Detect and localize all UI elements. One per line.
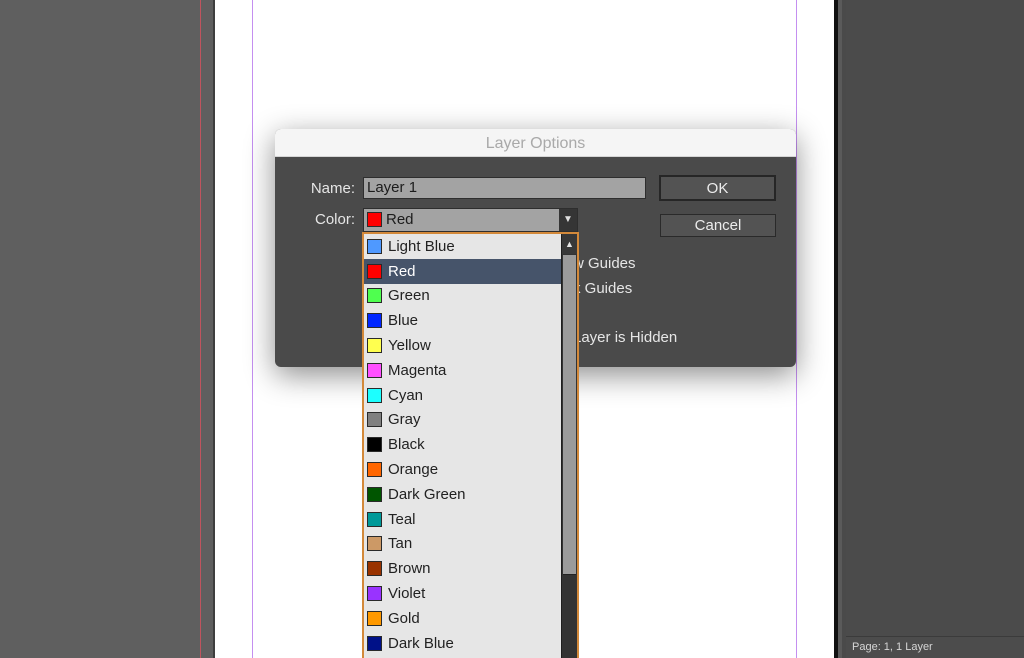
color-swatch [367, 338, 382, 354]
color-option-magenta[interactable]: Magenta [364, 358, 561, 383]
color-options: Light Blue Red Green Blue Yellow Magenta Cyan G… [364, 234, 561, 656]
color-option-brown[interactable]: Brown [364, 556, 561, 581]
margin-guide-right [796, 0, 797, 658]
scroll-up-arrow-icon[interactable]: ▲ [562, 234, 577, 254]
dialog-title: Layer Options [275, 129, 796, 157]
color-option-label: Red [388, 262, 416, 280]
color-option-label: Black [388, 436, 425, 454]
color-option-dark-blue[interactable]: Dark Blue [364, 631, 561, 656]
color-swatch [367, 362, 382, 378]
color-swatch [367, 412, 382, 428]
scrollbar[interactable]: ▲ [561, 234, 577, 658]
bleed-guide [200, 0, 201, 658]
color-option-red[interactable]: Red [364, 258, 561, 284]
color-dropdown-list[interactable]: Light Blue Red Green Blue Yellow Magenta Cyan G… [362, 232, 579, 658]
color-option-black[interactable]: Black [364, 432, 561, 457]
color-option-label: Green [388, 287, 430, 305]
color-option-violet[interactable]: Violet [364, 581, 561, 606]
cancel-button[interactable]: Cancel [660, 214, 776, 237]
color-option-label: Yellow [388, 337, 431, 355]
layers-list [846, 0, 1024, 636]
scroll-thumb[interactable] [563, 255, 576, 575]
name-input[interactable] [363, 177, 646, 199]
color-option-green[interactable]: Green [364, 284, 561, 309]
color-swatch [367, 238, 382, 254]
color-option-label: Gray [388, 411, 421, 429]
color-option-label: Gold [388, 609, 420, 627]
color-swatch [367, 511, 382, 527]
name-label: Name: [310, 180, 355, 197]
color-option-tan[interactable]: Tan [364, 532, 561, 557]
color-option-label: Violet [388, 585, 426, 603]
color-swatch [367, 462, 382, 478]
lock-guides-option[interactable]: k Guides [573, 280, 632, 297]
color-option-label: Teal [388, 510, 416, 528]
color-option-label: Tan [388, 535, 413, 553]
color-option-blue[interactable]: Blue [364, 308, 561, 333]
chevron-down-icon[interactable]: ▼ [559, 209, 577, 231]
color-option-label: Orange [388, 461, 439, 479]
color-option-orange[interactable]: Orange [364, 457, 561, 482]
color-swatch [367, 586, 382, 602]
color-option-cyan[interactable]: Cyan [364, 383, 561, 408]
color-option-label: Cyan [388, 386, 424, 404]
color-select[interactable]: Red ▼ [363, 208, 578, 232]
color-swatch [367, 212, 382, 227]
color-swatch [367, 288, 382, 304]
margin-guide-left [252, 0, 253, 658]
color-swatch [367, 313, 382, 329]
color-option-light-blue[interactable]: Light Blue [364, 234, 561, 259]
ok-button[interactable]: OK [659, 175, 776, 201]
color-option-label: Blue [388, 312, 419, 330]
color-swatch [367, 486, 382, 502]
color-select-value: Red [386, 211, 414, 228]
color-option-teal[interactable]: Teal [364, 507, 561, 532]
color-option-label: Magenta [388, 361, 447, 379]
color-option-label: Light Blue [388, 237, 455, 255]
color-swatch [367, 437, 382, 453]
layer-hidden-option[interactable]: Layer is Hidden [573, 329, 677, 346]
color-option-gold[interactable]: Gold [364, 606, 561, 631]
color-swatch [367, 561, 382, 577]
color-label: Color: [314, 211, 355, 228]
color-option-dark-green[interactable]: Dark Green [364, 482, 561, 507]
show-guides-option[interactable]: w Guides [573, 255, 636, 272]
color-swatch [367, 263, 382, 279]
color-swatch [367, 635, 382, 651]
color-swatch [367, 610, 382, 626]
color-option-gray[interactable]: Gray [364, 408, 561, 433]
color-swatch [367, 536, 382, 552]
layers-panel: Page: 1, 1 Layer [838, 0, 1024, 658]
color-option-label: Dark Blue [388, 634, 454, 652]
color-option-label: Brown [388, 560, 431, 578]
color-option-yellow[interactable]: Yellow [364, 333, 561, 358]
panel-status: Page: 1, 1 Layer [846, 636, 1024, 658]
color-option-label: Dark Green [388, 485, 466, 503]
color-swatch [367, 387, 382, 403]
